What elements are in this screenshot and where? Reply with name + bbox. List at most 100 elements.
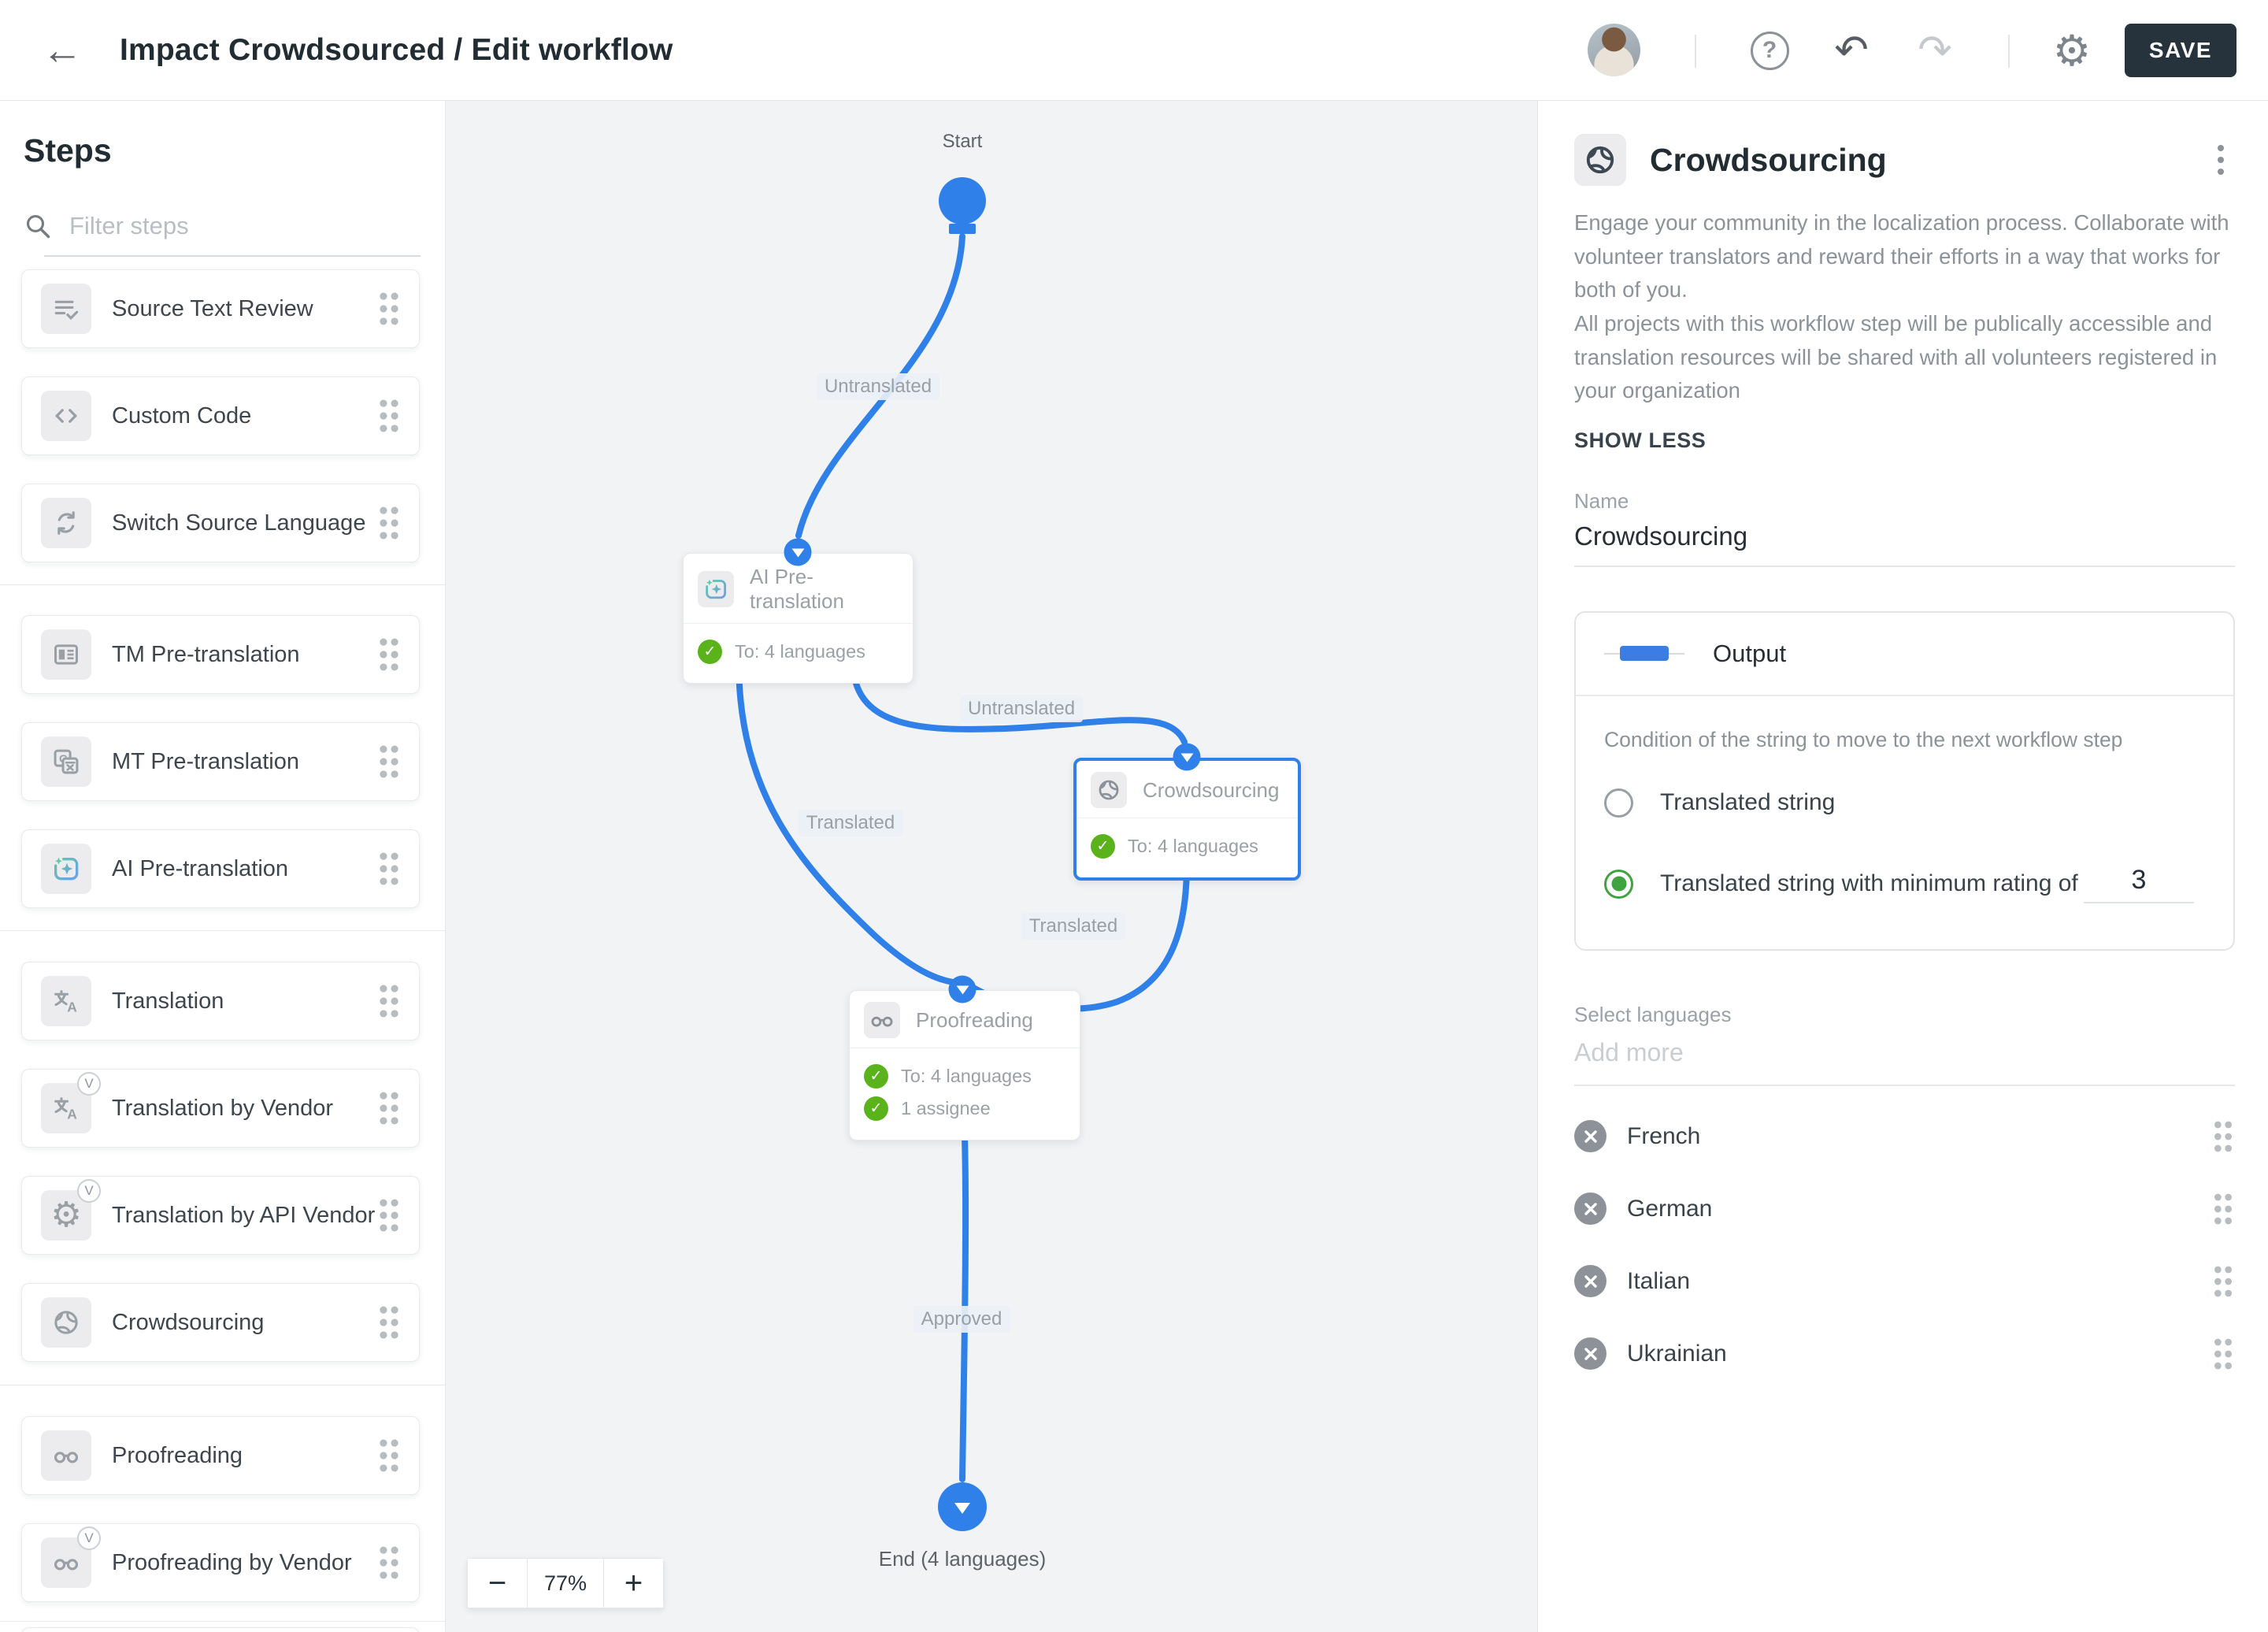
drag-handle-icon[interactable] (2211, 1337, 2235, 1371)
remove-language-icon[interactable] (1574, 1337, 1606, 1371)
vendor-badge: V (77, 1179, 101, 1203)
language-row: French (1574, 1102, 2235, 1171)
name-input[interactable] (1574, 521, 2235, 567)
drag-handle-icon[interactable] (376, 851, 402, 887)
drag-handle-icon[interactable] (2211, 1192, 2235, 1226)
filter-steps-input[interactable] (69, 212, 400, 240)
node-row-text: 1 assignee (901, 1098, 991, 1118)
min-rating-input[interactable] (2084, 864, 2194, 903)
output-port-icon (1604, 646, 1684, 662)
drag-handle-icon[interactable] (2211, 1264, 2235, 1299)
gear-icon[interactable]: ⚙ (2044, 0, 2099, 101)
radio-label: Translated string with minimum rating of (1660, 870, 2078, 897)
svg-text:A: A (67, 1106, 77, 1122)
node-crowdsourcing[interactable]: Crowdsourcing ✓ To: 4 languages (1073, 758, 1301, 881)
radio-translated-min-rating[interactable] (1604, 869, 1633, 899)
remove-language-icon[interactable] (1574, 1192, 1606, 1226)
sidebar-item-crowdsourcing[interactable]: Crowdsourcing (21, 1283, 420, 1362)
sidebar-item-label: Crowdsourcing (112, 1309, 265, 1335)
remove-language-icon[interactable] (1574, 1120, 1606, 1153)
sidebar-item-switch-source-language[interactable]: Switch Source Language (21, 484, 420, 562)
sidebar-item-ai-pre-translation[interactable]: AI Pre-translation (21, 829, 420, 908)
page-title: Impact Crowdsourced / Edit workflow (120, 33, 673, 67)
drag-handle-icon[interactable] (2211, 1119, 2235, 1154)
sidebar-item-mt-pre-translation[interactable]: G MT Pre-translation (21, 722, 420, 801)
zoom-in-button[interactable]: + (604, 1558, 664, 1608)
edge-label-approved: Approved (913, 1306, 1010, 1333)
header-divider (1695, 35, 1696, 68)
save-button[interactable]: SAVE (2125, 24, 2236, 77)
sidebar-item-label: TM Pre-translation (112, 641, 300, 667)
sidebar-item-translation[interactable]: A Translation (21, 962, 420, 1040)
zoom-out-button[interactable]: − (467, 1558, 527, 1608)
workflow-canvas[interactable]: Start Untranslated Untranslated Translat… (446, 101, 1537, 1632)
node-title: AI Pre-translation (750, 565, 844, 613)
drag-handle-icon[interactable] (376, 1437, 402, 1474)
remove-language-icon[interactable] (1574, 1265, 1606, 1298)
end-node-circle (938, 1482, 987, 1531)
edge-arrow-marker (784, 538, 812, 566)
drag-handle-icon[interactable] (376, 744, 402, 780)
panel-description: Engage your community in the localizatio… (1574, 210, 2229, 302)
drag-handle-icon[interactable] (376, 636, 402, 673)
ai-sparkle-icon (41, 844, 91, 894)
node-proofreading[interactable]: Proofreading ✓ To: 4 languages ✓ 1 assig… (849, 990, 1080, 1141)
sidebar-item-translation-by-api-vendor[interactable]: ⚙ V Translation by API Vendor (21, 1176, 420, 1255)
output-card: Output Condition of the string to move t… (1574, 610, 2235, 951)
sidebar-item-custom-code[interactable]: Custom Code (21, 376, 420, 455)
sidebar-item-source-text-review[interactable]: Source Text Review (21, 269, 420, 348)
kebab-menu-icon[interactable] (2211, 139, 2230, 181)
edge-arrow-marker (948, 975, 976, 1003)
edge-label-translated: Translated (1021, 913, 1126, 940)
globe-icon (1091, 772, 1127, 808)
zoom-toolbar: − 77% + (467, 1558, 664, 1608)
drag-handle-icon[interactable] (376, 1545, 402, 1581)
language-label: Italian (1627, 1267, 1691, 1294)
sidebar-item-label: Translation by Vendor (112, 1095, 334, 1121)
sidebar-item-label: Custom Code (112, 402, 252, 428)
sync-icon (41, 498, 91, 548)
undo-icon[interactable]: ↶ (1824, 0, 1879, 101)
drag-handle-icon[interactable] (376, 1304, 402, 1341)
node-row-text: To: 4 languages (901, 1066, 1032, 1086)
edge-label-untranslated: Untranslated (816, 373, 940, 400)
add-language-input[interactable] (1574, 1037, 2235, 1086)
language-label: French (1627, 1122, 1701, 1149)
back-arrow-icon[interactable]: ← (35, 0, 90, 101)
start-output-port (949, 224, 976, 234)
source-review-icon (41, 284, 91, 334)
sidebar-item-translation-by-vendor[interactable]: A V Translation by Vendor (21, 1069, 420, 1148)
sidebar-item-label: Translation by API Vendor (112, 1202, 376, 1228)
help-icon[interactable]: ? (1742, 0, 1797, 101)
sidebar-item-label: Switch Source Language (112, 510, 366, 536)
drag-handle-icon[interactable] (376, 291, 402, 327)
check-icon: ✓ (1091, 834, 1115, 859)
output-label: Output (1713, 639, 1787, 667)
node-title: Proofreading (916, 1007, 1033, 1032)
globe-icon (1574, 134, 1626, 186)
user-avatar[interactable] (1588, 24, 1640, 76)
drag-handle-icon[interactable] (376, 1197, 402, 1233)
sidebar-item-proofreading[interactable]: Proofreading (21, 1416, 420, 1495)
ai-sparkle-icon (698, 571, 734, 607)
glasses-icon (864, 1002, 900, 1038)
sidebar-item-partial[interactable] (21, 1627, 420, 1632)
drag-handle-icon[interactable] (376, 505, 402, 541)
redo-icon[interactable]: ↷ (1907, 0, 1962, 101)
panel-description: All projects with this workflow step wil… (1574, 310, 2218, 403)
edge-arrow-marker (1173, 743, 1201, 771)
drag-handle-icon[interactable] (376, 983, 402, 1019)
sidebar-item-proofreading-by-vendor[interactable]: V Proofreading by Vendor (21, 1523, 420, 1602)
drag-handle-icon[interactable] (376, 1090, 402, 1126)
start-node-circle (939, 177, 986, 224)
sidebar-item-tm-pre-translation[interactable]: TM Pre-translation (21, 615, 420, 694)
drag-handle-icon[interactable] (376, 398, 402, 434)
radio-label: Translated string (1660, 789, 1836, 816)
radio-translated-string[interactable] (1604, 788, 1633, 818)
show-less-link[interactable]: SHOW LESS (1574, 428, 2235, 453)
svg-text:A: A (67, 999, 77, 1014)
language-label: Ukrainian (1627, 1340, 1727, 1367)
zoom-level: 77% (527, 1558, 604, 1608)
node-ai-pre-translation[interactable]: AI Pre-translation ✓ To: 4 languages (683, 553, 914, 684)
translate-vendor-icon: A V (41, 1072, 101, 1133)
